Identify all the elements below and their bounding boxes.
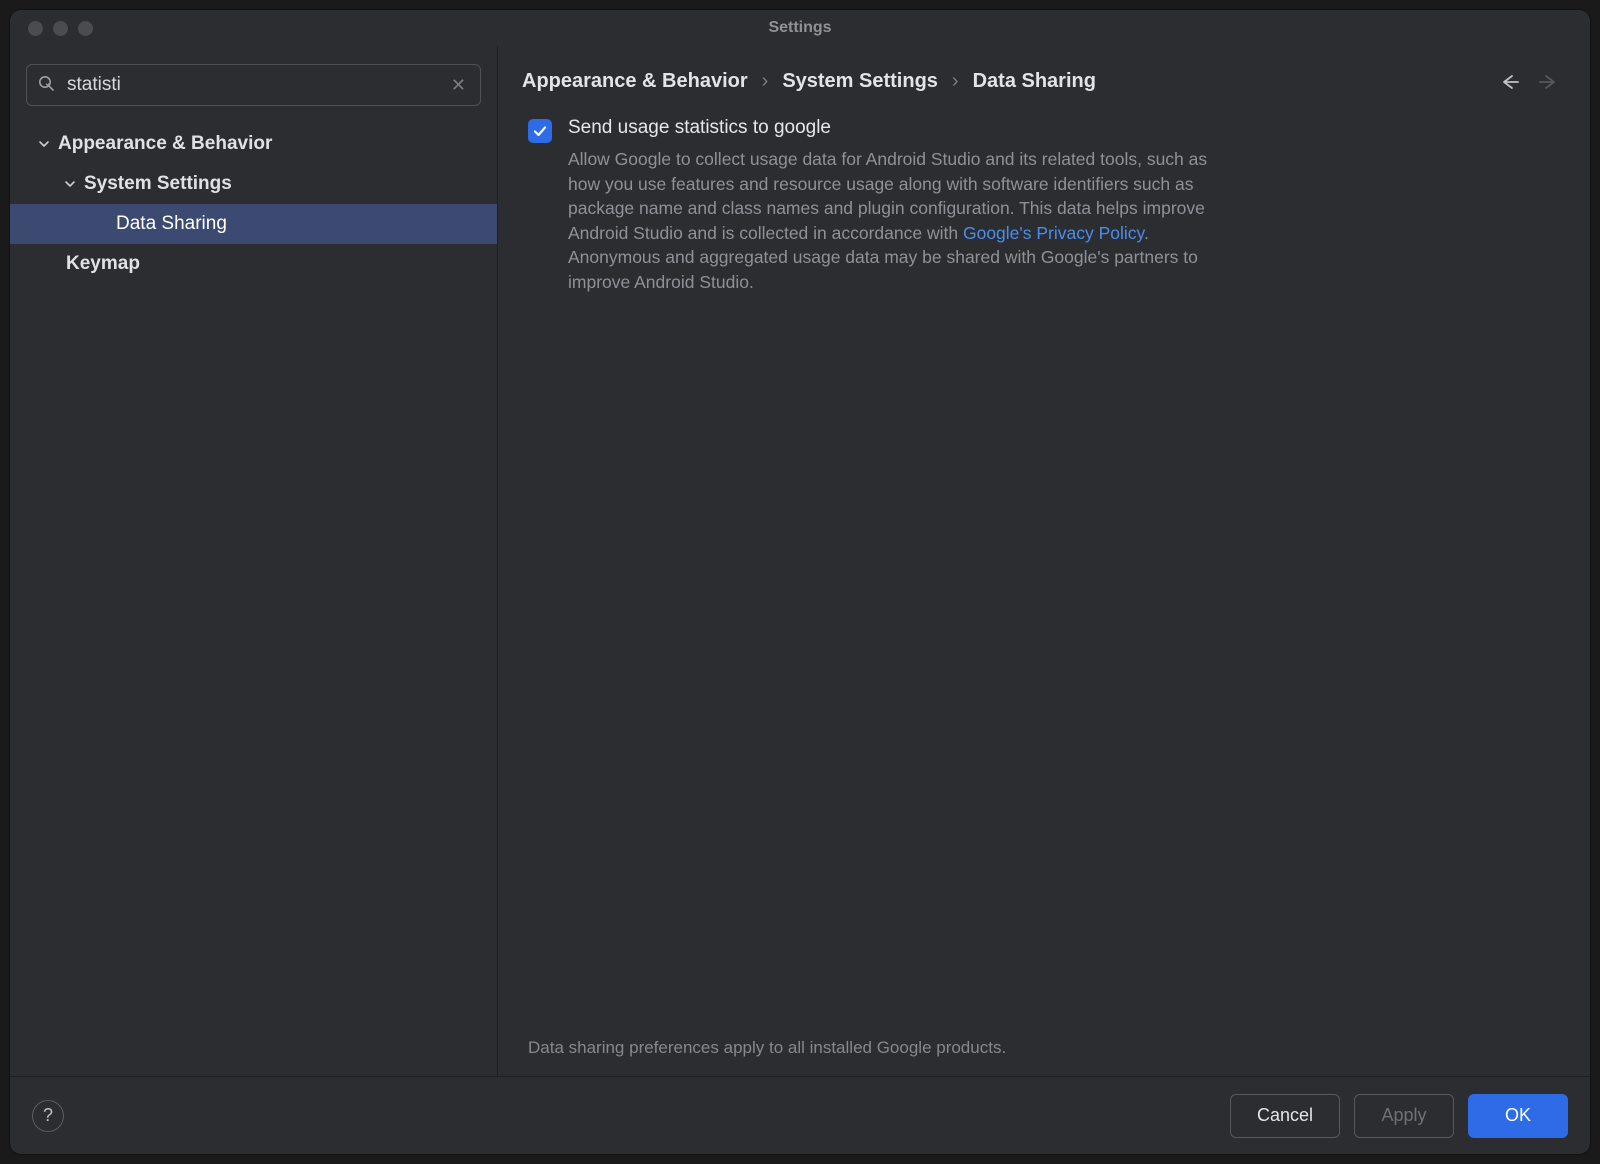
ok-button[interactable]: OK xyxy=(1468,1094,1568,1138)
main-header: Appearance & Behavior › System Settings … xyxy=(498,46,1590,103)
breadcrumb-item-current: Data Sharing xyxy=(973,70,1096,93)
option-label[interactable]: Send usage statistics to google xyxy=(568,117,1228,139)
breadcrumb-separator: › xyxy=(952,70,959,93)
window-controls xyxy=(10,21,93,36)
footer-note: Data sharing preferences apply to all in… xyxy=(498,1038,1590,1076)
breadcrumb-item[interactable]: System Settings xyxy=(782,70,938,93)
tree-node-keymap[interactable]: Keymap xyxy=(10,244,497,284)
cancel-button[interactable]: Cancel xyxy=(1230,1094,1340,1138)
content-area: Send usage statistics to google Allow Go… xyxy=(498,103,1590,1038)
forward-button xyxy=(1538,73,1560,91)
option-body: Send usage statistics to google Allow Go… xyxy=(568,117,1228,294)
sidebar: ✕ Appearance & Behavior System Settings xyxy=(10,46,498,1076)
dialog-body: ✕ Appearance & Behavior System Settings xyxy=(10,46,1590,1076)
breadcrumb-separator: › xyxy=(762,70,769,93)
search-icon xyxy=(37,74,59,97)
tree-label: Appearance & Behavior xyxy=(58,133,272,155)
send-statistics-checkbox[interactable] xyxy=(528,119,552,143)
search-field[interactable]: ✕ xyxy=(26,64,481,106)
tree-label: Keymap xyxy=(66,253,140,275)
settings-window: Settings ✕ xyxy=(9,9,1591,1155)
help-icon: ? xyxy=(43,1105,53,1126)
search-container: ✕ xyxy=(10,64,497,118)
chevron-down-icon xyxy=(36,138,52,150)
titlebar: Settings xyxy=(10,10,1590,46)
tree-label: Data Sharing xyxy=(116,213,227,235)
breadcrumb-item[interactable]: Appearance & Behavior xyxy=(522,70,748,93)
close-window-button[interactable] xyxy=(28,21,43,36)
button-bar: ? Cancel Apply OK xyxy=(10,1076,1590,1154)
main-panel: Appearance & Behavior › System Settings … xyxy=(498,46,1590,1076)
privacy-policy-link[interactable]: Google's Privacy Policy xyxy=(963,223,1144,243)
tree-node-system-settings[interactable]: System Settings xyxy=(10,164,497,204)
option-send-statistics: Send usage statistics to google Allow Go… xyxy=(528,117,1560,294)
tree-node-appearance-behavior[interactable]: Appearance & Behavior xyxy=(10,124,497,164)
help-button[interactable]: ? xyxy=(32,1100,64,1132)
option-description: Allow Google to collect usage data for A… xyxy=(568,147,1228,294)
settings-tree: Appearance & Behavior System Settings Da… xyxy=(10,118,497,1076)
window-title: Settings xyxy=(10,19,1590,37)
search-input[interactable] xyxy=(67,74,439,96)
tree-label: System Settings xyxy=(84,173,232,195)
clear-search-icon[interactable]: ✕ xyxy=(447,75,470,96)
maximize-window-button[interactable] xyxy=(78,21,93,36)
breadcrumb: Appearance & Behavior › System Settings … xyxy=(522,70,1486,93)
chevron-down-icon xyxy=(62,178,78,190)
back-button[interactable] xyxy=(1498,73,1520,91)
minimize-window-button[interactable] xyxy=(53,21,68,36)
tree-node-data-sharing[interactable]: Data Sharing xyxy=(10,204,497,244)
nav-buttons xyxy=(1498,73,1566,91)
apply-button: Apply xyxy=(1354,1094,1454,1138)
